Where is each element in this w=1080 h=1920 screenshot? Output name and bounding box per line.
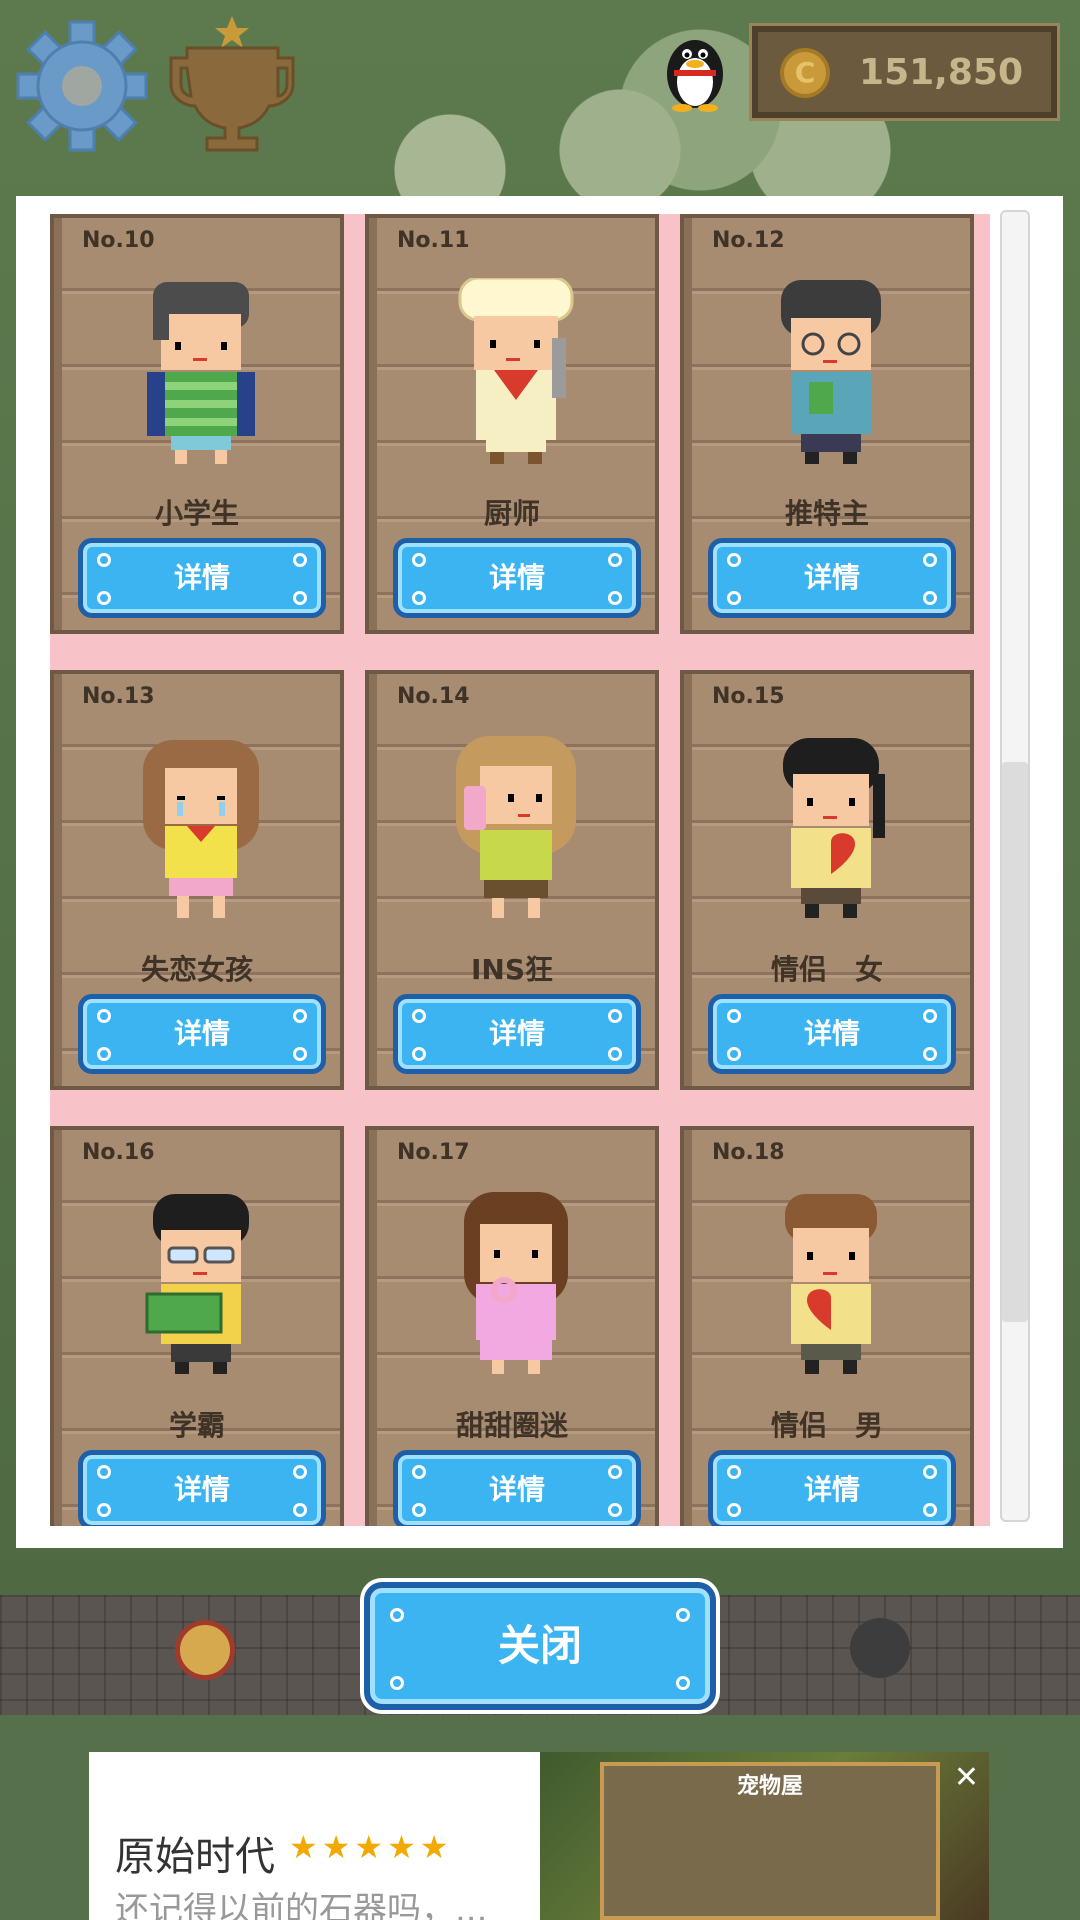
- character-card: No.10 小学生 详情: [50, 214, 344, 634]
- card-number: No.18: [712, 1140, 785, 1165]
- sun-marker: [175, 1620, 235, 1680]
- close-button-label: 关闭: [497, 1621, 582, 1670]
- character-card: No.11 厨师 详情: [365, 214, 659, 634]
- character-portrait: [456, 736, 576, 918]
- character-portrait: [143, 740, 259, 918]
- detail-button-label: 详情: [803, 1473, 860, 1506]
- coin-counter: C 151,850: [749, 23, 1060, 121]
- character-portrait: [464, 1192, 568, 1374]
- detail-button[interactable]: 详情: [393, 538, 641, 618]
- character-name: 情侣 男: [770, 1409, 883, 1442]
- character-portrait: [785, 1194, 877, 1374]
- detail-button-label: 详情: [173, 1017, 230, 1050]
- detail-button[interactable]: 详情: [708, 994, 956, 1074]
- character-name: 甜甜圈迷: [455, 1409, 568, 1442]
- detail-button[interactable]: 详情: [393, 994, 641, 1074]
- ad-rating-stars: ★★★★★: [289, 1828, 453, 1866]
- detail-button[interactable]: 详情: [393, 1450, 641, 1526]
- character-grid[interactable]: No.10 小学生 详情 No.11 厨师 详情 No.12 推特主 详情 No…: [50, 214, 990, 1526]
- card-number: No.17: [397, 1140, 470, 1165]
- character-name: INS狂: [470, 953, 554, 986]
- character-name: 小学生: [154, 497, 239, 530]
- detail-button-label: 详情: [488, 1473, 545, 1506]
- penguin-icon[interactable]: [660, 30, 730, 112]
- close-button[interactable]: 关闭: [364, 1582, 716, 1710]
- character-name: 情侣 女: [770, 953, 883, 986]
- card-number: No.14: [397, 684, 470, 709]
- detail-button-label: 详情: [173, 561, 230, 594]
- scrollbar[interactable]: [1000, 210, 1030, 1522]
- character-name: 学霸: [168, 1409, 225, 1442]
- character-portrait: [781, 280, 881, 464]
- detail-button-label: 详情: [488, 1017, 545, 1050]
- rock-marker: [850, 1618, 910, 1678]
- character-card: No.18 情侣 男 详情: [680, 1126, 974, 1526]
- character-card: No.17 甜甜圈迷 详情: [365, 1126, 659, 1526]
- detail-button[interactable]: 详情: [78, 1450, 326, 1526]
- character-name: 厨师: [483, 497, 540, 530]
- detail-button[interactable]: 详情: [708, 538, 956, 618]
- character-collection-panel: No.10 小学生 详情 No.11 厨师 详情 No.12 推特主 详情 No…: [16, 196, 1063, 1548]
- coin-icon: C: [780, 48, 830, 98]
- character-card: No.12 推特主 详情: [680, 214, 974, 634]
- character-portrait: [783, 738, 885, 918]
- card-number: No.11: [397, 228, 470, 253]
- trophy-icon[interactable]: [165, 14, 300, 154]
- character-card: No.15 情侣 女 详情: [680, 670, 974, 1090]
- gear-icon[interactable]: [16, 20, 148, 152]
- card-number: No.12: [712, 228, 785, 253]
- ad-image[interactable]: 宠物屋 ✕: [540, 1752, 989, 1920]
- detail-button[interactable]: 详情: [78, 994, 326, 1074]
- detail-button-label: 详情: [803, 1017, 860, 1050]
- ad-image-heading: 宠物屋: [736, 1774, 803, 1799]
- detail-button-label: 详情: [173, 1473, 230, 1506]
- card-number: No.15: [712, 684, 785, 709]
- detail-button-label: 详情: [488, 561, 545, 594]
- card-number: No.16: [82, 1140, 155, 1165]
- coin-amount: 151,850: [859, 52, 1023, 93]
- character-portrait: [458, 278, 574, 464]
- ad-game-screenshot: 宠物屋: [600, 1762, 940, 1920]
- detail-button[interactable]: 详情: [78, 538, 326, 618]
- character-portrait: [147, 282, 255, 464]
- detail-button[interactable]: 详情: [708, 1450, 956, 1526]
- character-portrait: [145, 1194, 249, 1374]
- detail-button-label: 详情: [803, 561, 860, 594]
- character-card: No.13 失恋女孩 详情: [50, 670, 344, 1090]
- ad-title: 原始时代: [115, 1834, 275, 1880]
- character-name: 失恋女孩: [140, 953, 253, 986]
- character-name: 推特主: [784, 497, 869, 530]
- card-number: No.10: [82, 228, 155, 253]
- close-icon[interactable]: ✕: [954, 1760, 979, 1795]
- ad-description: 还记得以前的石器吗，...: [115, 1890, 488, 1920]
- scrollbar-thumb[interactable]: [1002, 762, 1028, 1322]
- character-card: No.14 INS狂 详情: [365, 670, 659, 1090]
- character-card: No.16 学霸 详情: [50, 1126, 344, 1526]
- card-number: No.13: [82, 684, 155, 709]
- ad-banner[interactable]: 原始时代 ★★★★★ 还记得以前的石器吗，... 宠物屋 ✕: [89, 1752, 989, 1920]
